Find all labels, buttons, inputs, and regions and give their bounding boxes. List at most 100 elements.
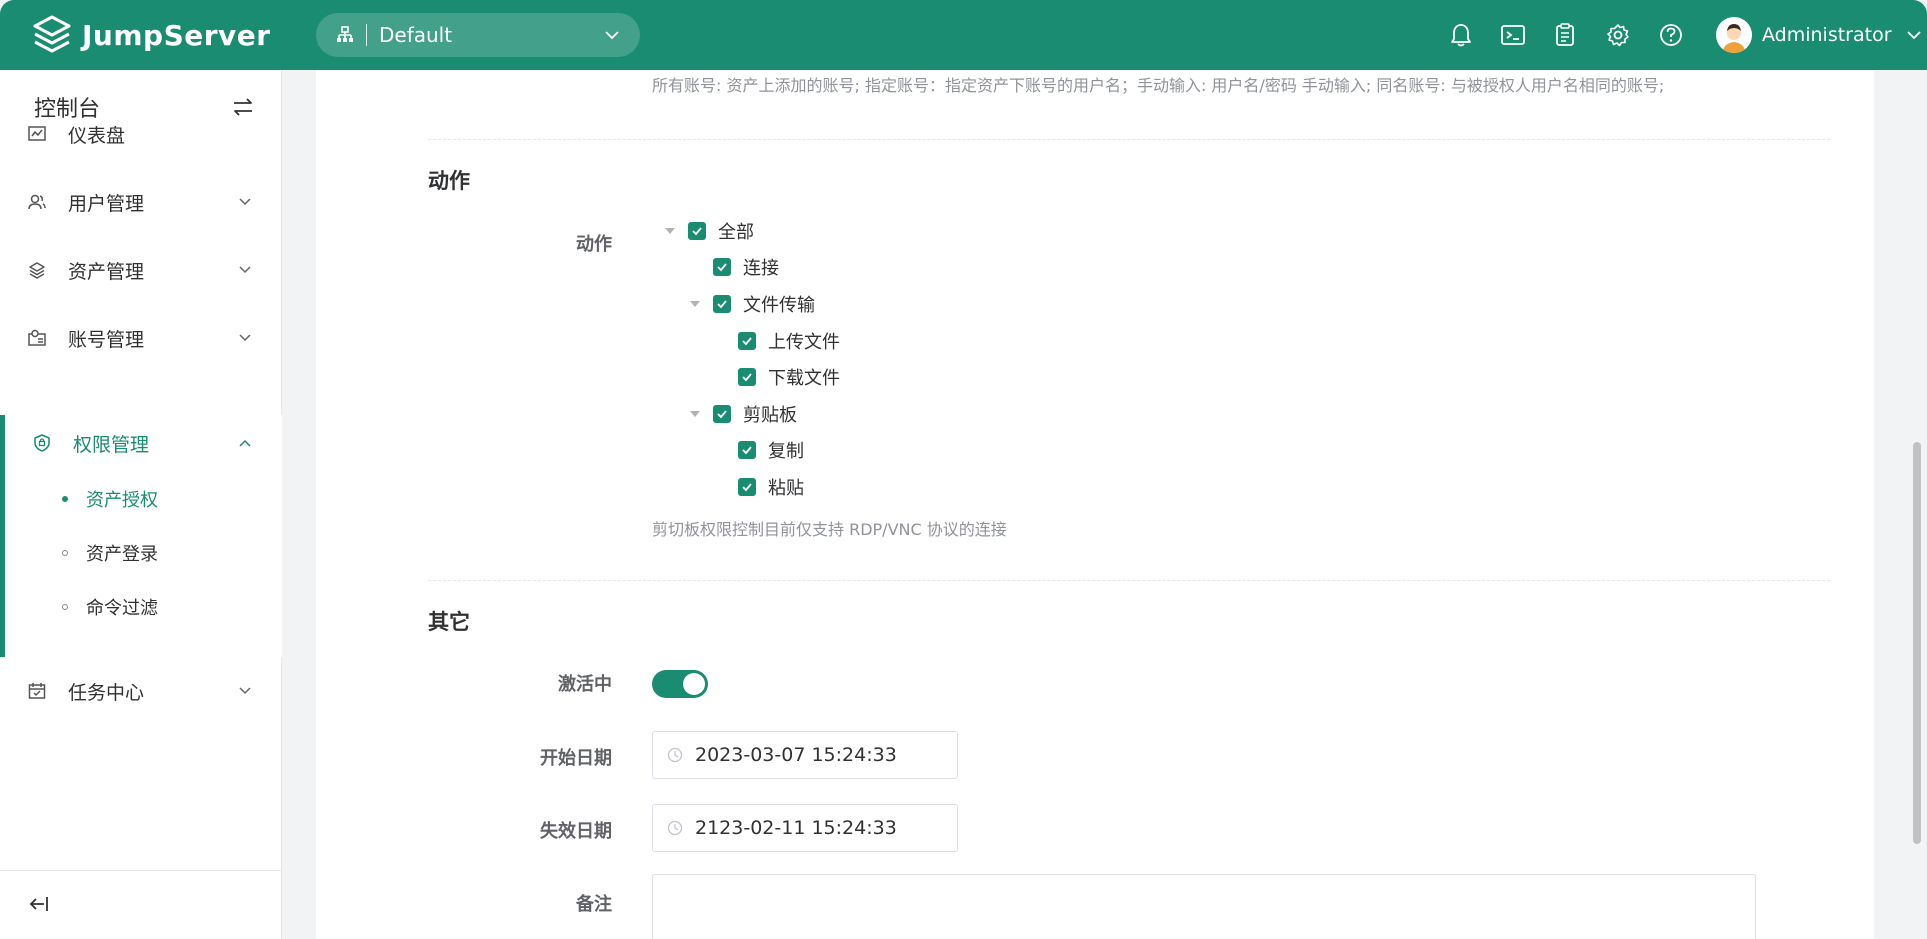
org-separator	[366, 24, 367, 46]
section-title-other: 其它	[428, 610, 470, 634]
chevron-down-icon	[605, 31, 619, 40]
sidebar-subitem-label: 资产登录	[86, 544, 158, 565]
layers-icon	[29, 262, 45, 279]
tree-node-upload[interactable]: 上传文件	[738, 326, 840, 356]
sidebar-active-group: 权限管理 资产授权 资产登录 命令过滤	[0, 415, 282, 657]
shield-icon	[34, 434, 50, 452]
checkbox-checked-icon[interactable]	[713, 295, 731, 313]
chevron-up-icon	[239, 439, 251, 447]
terminal-icon[interactable]	[1500, 22, 1526, 48]
tree-node-all[interactable]: 全部	[664, 216, 754, 246]
chevron-down-icon	[239, 687, 251, 695]
caret-down-icon[interactable]	[689, 408, 701, 420]
checkbox-checked-icon[interactable]	[688, 222, 706, 240]
checkbox-checked-icon[interactable]	[738, 441, 756, 459]
users-icon	[28, 194, 46, 210]
expire-date-input[interactable]: 2123-02-11 15:24:33	[652, 804, 958, 852]
user-name: Administrator	[1762, 24, 1892, 46]
checkbox-checked-icon[interactable]	[738, 368, 756, 386]
checkbox-checked-icon[interactable]	[713, 405, 731, 423]
checkbox-checked-icon[interactable]	[738, 478, 756, 496]
sidebar-item-accounts[interactable]: 账号管理	[0, 310, 282, 366]
organization-icon	[337, 26, 353, 42]
sidebar-subitem-asset-login[interactable]: 资产登录	[0, 533, 282, 573]
actions-label: 动作	[576, 234, 612, 255]
active-label: 激活中	[558, 674, 612, 695]
tree-node-label: 下载文件	[768, 368, 840, 389]
active-toggle[interactable]	[652, 670, 708, 698]
tree-node-paste[interactable]: 粘贴	[738, 472, 804, 502]
sidebar-item-label: 权限管理	[73, 433, 150, 456]
tree-node-label: 连接	[743, 258, 779, 279]
chevron-down-icon	[1906, 31, 1921, 40]
gear-icon[interactable]	[1605, 22, 1631, 48]
sidebar-item-label: 账号管理	[68, 328, 145, 351]
sidebar-item-label: 用户管理	[68, 192, 145, 215]
sidebar-footer	[0, 870, 282, 939]
page-scrollbar[interactable]	[1908, 70, 1927, 939]
tree-node-label: 文件传输	[743, 295, 815, 316]
user-avatar-icon	[1716, 17, 1752, 53]
section-divider	[428, 580, 1830, 581]
bullet-icon	[62, 550, 68, 556]
sidebar-subitem-label: 命令过滤	[86, 598, 158, 619]
sidebar-item-permissions[interactable]: 权限管理	[0, 415, 282, 471]
brand-name: JumpServer	[82, 18, 271, 52]
expire-date-value: 2123-02-11 15:24:33	[695, 817, 897, 839]
section-divider	[428, 139, 1830, 140]
sidebar-item-task-center[interactable]: 任务中心	[0, 663, 282, 719]
sidebar-item-assets[interactable]: 资产管理	[0, 242, 282, 298]
tree-node-file-transfer[interactable]: 文件传输	[689, 289, 815, 319]
chart-icon	[28, 126, 46, 141]
account-icon	[28, 329, 46, 346]
comment-textarea[interactable]	[652, 874, 1756, 939]
tree-node-label: 全部	[718, 222, 754, 243]
start-date-value: 2023-03-07 15:24:33	[695, 744, 897, 766]
jumpserver-logo-icon	[33, 15, 71, 53]
tree-node-label: 剪贴板	[743, 405, 797, 426]
permission-form-card: 所有账号: 资产上添加的账号; 指定账号：指定资产下账号的用户名；手动输入: 用…	[316, 70, 1874, 939]
tree-node-connect[interactable]: 连接	[713, 252, 779, 282]
collapse-sidebar-icon[interactable]	[28, 893, 50, 915]
organization-select[interactable]: Default	[316, 13, 640, 57]
scrollbar-thumb[interactable]	[1913, 442, 1921, 844]
expire-date-label: 失效日期	[540, 821, 612, 842]
start-date-label: 开始日期	[540, 748, 612, 769]
checkbox-checked-icon[interactable]	[738, 332, 756, 350]
clipboard-hint: 剪切板权限控制目前仅支持 RDP/VNC 协议的连接	[652, 520, 1007, 539]
tree-node-download[interactable]: 下载文件	[738, 362, 840, 392]
sidebar-subitem-asset-permission[interactable]: 资产授权	[0, 479, 282, 519]
caret-down-icon[interactable]	[664, 225, 676, 237]
sidebar-item-dashboard[interactable]: 仪表盘	[0, 106, 282, 162]
tree-node-label: 复制	[768, 441, 804, 462]
sidebar-item-users[interactable]: 用户管理	[0, 174, 282, 230]
accounts-hint: 所有账号: 资产上添加的账号; 指定账号：指定资产下账号的用户名；手动输入: 用…	[652, 76, 1665, 95]
top-header: JumpServer Default Administrator	[0, 0, 1927, 70]
bell-icon[interactable]	[1448, 22, 1474, 48]
chevron-down-icon	[239, 198, 251, 206]
sidebar-subitem-command-filter[interactable]: 命令过滤	[0, 587, 282, 627]
avatar	[1716, 17, 1752, 53]
tree-node-label: 粘贴	[768, 478, 804, 499]
sidebar: 控制台 仪表盘 用户管理 资产管理 账号管理 权限管理 资产授权 资产登录 命令…	[0, 70, 282, 939]
caret-down-icon[interactable]	[689, 298, 701, 310]
chevron-down-icon	[239, 334, 251, 342]
organization-name: Default	[379, 23, 453, 47]
section-title-actions: 动作	[428, 169, 470, 193]
task-list-icon[interactable]	[1552, 22, 1578, 48]
sidebar-subitem-label: 资产授权	[86, 490, 158, 511]
tree-node-clipboard[interactable]: 剪贴板	[689, 399, 797, 429]
user-menu[interactable]: Administrator	[1716, 17, 1922, 53]
sidebar-item-label: 任务中心	[68, 681, 145, 704]
tree-node-copy[interactable]: 复制	[738, 435, 804, 465]
calendar-icon	[28, 683, 46, 699]
bullet-icon	[62, 496, 68, 502]
checkbox-checked-icon[interactable]	[713, 258, 731, 276]
help-icon[interactable]	[1658, 22, 1684, 48]
sidebar-item-label: 仪表盘	[68, 124, 126, 147]
clock-icon	[667, 820, 683, 836]
start-date-input[interactable]: 2023-03-07 15:24:33	[652, 731, 958, 779]
chevron-down-icon	[239, 266, 251, 274]
bullet-icon	[62, 604, 68, 610]
brand-logo[interactable]: JumpServer	[30, 14, 271, 56]
